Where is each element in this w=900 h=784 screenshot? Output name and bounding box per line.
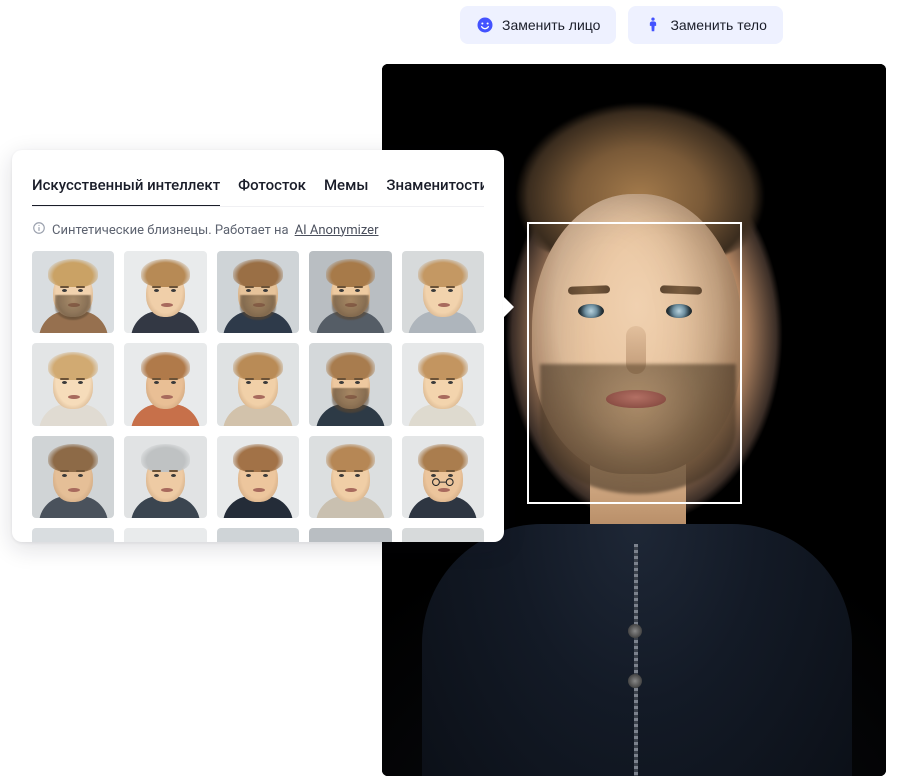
replace-body-label: Заменить тело (670, 17, 767, 33)
info-text: Синтетические близнецы. Работает на (52, 223, 289, 238)
face-thumbnail[interactable] (309, 343, 391, 425)
tab-ai[interactable]: Искусственный интеллект (32, 168, 220, 206)
face-thumbnail[interactable] (124, 343, 206, 425)
glasses-icon (428, 471, 458, 479)
face-thumbnail[interactable] (217, 343, 299, 425)
face-source-tabs: Искусственный интеллект Фотосток Мемы Зн… (32, 168, 484, 207)
face-thumbnail[interactable] (124, 251, 206, 333)
tab-celebrities-label: Знаменитости (386, 176, 484, 194)
tab-celebrities[interactable]: Знаменитости (386, 168, 484, 206)
ai-anonymizer-link[interactable]: AI Anonymizer (295, 223, 379, 238)
info-line: Синтетические близнецы. Работает на AI A… (32, 221, 484, 239)
face-thumbnail[interactable] (402, 528, 484, 542)
face-thumbnail[interactable] (124, 436, 206, 518)
face-thumbnail[interactable] (217, 528, 299, 542)
face-thumbnail[interactable] (32, 436, 114, 518)
face-thumbnail[interactable] (217, 436, 299, 518)
face-thumbnail[interactable] (124, 528, 206, 542)
toolbar: Заменить лицо Заменить тело (460, 6, 783, 44)
face-thumbnail[interactable] (402, 436, 484, 518)
face-thumbnail[interactable] (309, 528, 391, 542)
face-thumbnail[interactable] (32, 343, 114, 425)
replace-face-button[interactable]: Заменить лицо (460, 6, 616, 44)
tab-stock-label: Фотосток (238, 176, 306, 194)
face-thumbnail-grid-partial (32, 528, 484, 542)
info-icon (32, 221, 46, 239)
face-thumbnail[interactable] (32, 528, 114, 542)
smile-face-icon (476, 16, 494, 34)
face-thumbnail[interactable] (402, 251, 484, 333)
tab-memes-label: Мемы (324, 176, 368, 194)
face-thumbnail[interactable] (309, 436, 391, 518)
tab-stock[interactable]: Фотосток (238, 168, 306, 206)
popover-arrow-icon (503, 296, 514, 318)
face-thumbnail[interactable] (32, 251, 114, 333)
face-thumbnail[interactable] (309, 251, 391, 333)
face-thumbnail[interactable] (217, 251, 299, 333)
face-thumbnail-grid (32, 251, 484, 518)
replace-face-label: Заменить лицо (502, 17, 600, 33)
face-picker-popover: Искусственный интеллект Фотосток Мемы Зн… (12, 150, 504, 542)
face-thumbnail[interactable] (402, 343, 484, 425)
tab-memes[interactable]: Мемы (324, 168, 368, 206)
tab-ai-label: Искусственный интеллект (32, 176, 220, 194)
replace-body-button[interactable]: Заменить тело (628, 6, 783, 44)
person-icon (644, 16, 662, 34)
